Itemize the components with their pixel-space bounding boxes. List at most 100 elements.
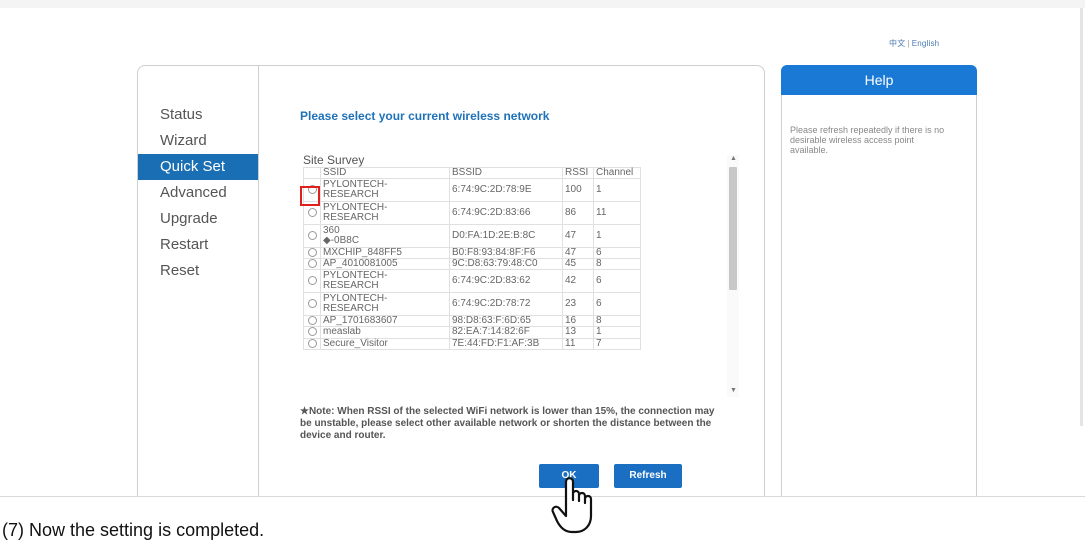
radio-cell: [303, 258, 321, 271]
page-scrollbar[interactable]: [1080, 8, 1083, 426]
sidebar-item-advanced[interactable]: Advanced: [138, 180, 259, 206]
bssid-cell: 6:74:9C:2D:83:66: [449, 201, 563, 225]
channel-cell: 6: [593, 246, 641, 260]
sidebar-item-reset[interactable]: Reset: [138, 258, 259, 284]
hand-pointer-icon: [551, 477, 593, 534]
radio-icon[interactable]: [307, 230, 317, 240]
page-title: Please select your current wireless netw…: [300, 109, 550, 123]
top-bar: [0, 0, 1085, 8]
radio-icon[interactable]: [307, 207, 317, 217]
scroll-up-icon[interactable]: ▲: [730, 155, 737, 162]
sidebar-item-restart[interactable]: Restart: [138, 232, 259, 258]
channel-cell: 11: [593, 201, 641, 225]
sidebar-item-quick-set[interactable]: Quick Set: [138, 154, 259, 180]
table-row[interactable]: PYLONTECH- RESEARCH 6:74:9C:2D:83:62 42 …: [303, 269, 641, 294]
sidebar-item-wizard[interactable]: Wizard: [138, 128, 259, 154]
sidebar-menu: Status Wizard Quick Set Advanced Upgrade…: [138, 102, 259, 284]
bssid-cell: 9C:D8:63:79:48:C0: [449, 258, 563, 271]
scroll-down-icon[interactable]: ▼: [730, 387, 737, 394]
main-panel: Please select your current wireless netw…: [258, 65, 765, 497]
sidebar-item-status[interactable]: Status: [138, 102, 259, 128]
channel-cell: 6: [593, 292, 641, 317]
header-channel: Channel: [593, 167, 641, 179]
bssid-cell: B0:F8:93:84:8F:F6: [449, 246, 563, 260]
radio-icon[interactable]: [307, 248, 317, 257]
scroll-thumb[interactable]: [729, 167, 737, 290]
channel-cell: 8: [593, 315, 641, 328]
header-ssid: SSID: [320, 167, 450, 179]
bssid-cell: 82:EA:7:14:82:6F: [449, 326, 563, 339]
header-radio-cell: [303, 167, 321, 179]
ssid-text: PYLONTECH- RESEARCH: [323, 270, 388, 292]
ssid-cell: AP_1701683607: [320, 315, 450, 328]
channel-cell: 8: [593, 258, 641, 271]
radio-cell: [303, 326, 321, 339]
caption-text: (7) Now the setting is completed.: [2, 520, 265, 540]
ssid-cell: Secure_Visitor: [320, 337, 450, 350]
radio-icon[interactable]: [307, 316, 317, 326]
radio-icon[interactable]: [307, 327, 317, 337]
ssid-cell: MXCHIP_848FF5: [320, 246, 450, 260]
header-rssi: RSSI: [562, 167, 594, 179]
rssi-cell: 16: [562, 315, 594, 328]
rssi-cell: 47: [562, 246, 594, 260]
radio-cell: [303, 224, 321, 248]
ssid-cell: 360 ◆-0B8C: [320, 224, 450, 248]
selection-highlight-box: [300, 186, 320, 206]
table-row[interactable]: AP_1701683607 98:D8:63:F:6D:65 16 8: [303, 315, 641, 328]
radio-icon[interactable]: [307, 338, 317, 348]
table-header-row: SSID BSSID RSSI Channel: [303, 167, 641, 179]
ssid-cell: PYLONTECH- RESEARCH: [320, 201, 450, 225]
table-row[interactable]: 360 ◆-0B8C D0:FA:1D:2E:B:8C 47 1: [303, 224, 641, 248]
lang-english-link[interactable]: English: [912, 39, 940, 48]
table-scrollbar[interactable]: ▲ ▼: [727, 155, 739, 397]
radio-cell: [303, 269, 321, 294]
radio-icon[interactable]: [307, 276, 317, 286]
table-row[interactable]: Secure_Visitor 7E:44:FD:F1:AF:3B 11 7: [303, 337, 641, 350]
sidebar-item-upgrade[interactable]: Upgrade: [138, 206, 259, 232]
ssid-cell: PYLONTECH- RESEARCH: [320, 292, 450, 317]
ssid-text: PYLONTECH- RESEARCH: [323, 202, 388, 223]
rssi-cell: 11: [562, 337, 594, 350]
bssid-cell: 6:74:9C:2D:78:9E: [449, 178, 563, 202]
ssid-cell: measlab: [320, 326, 450, 339]
table-row[interactable]: PYLONTECH- RESEARCH 6:74:9C:2D:78:72 23 …: [303, 292, 641, 317]
radio-icon[interactable]: [307, 259, 317, 269]
bssid-cell: D0:FA:1D:2E:B:8C: [449, 224, 563, 248]
ssid-text: PYLONTECH- RESEARCH: [323, 293, 388, 315]
rssi-cell: 23: [562, 292, 594, 317]
rssi-cell: 13: [562, 326, 594, 339]
rssi-note: ★Note: When RSSI of the selected WiFi ne…: [300, 406, 715, 441]
channel-cell: 1: [593, 178, 641, 202]
rssi-cell: 100: [562, 178, 594, 202]
ssid-cell: PYLONTECH- RESEARCH: [320, 269, 450, 294]
channel-cell: 1: [593, 224, 641, 248]
bssid-cell: 6:74:9C:2D:83:62: [449, 269, 563, 294]
bssid-cell: 98:D8:63:F:6D:65: [449, 315, 563, 328]
ssid-cell: PYLONTECH- RESEARCH: [320, 178, 450, 202]
sidebar-panel: Status Wizard Quick Set Advanced Upgrade…: [137, 65, 259, 497]
language-switch: 中文 | English: [889, 38, 939, 49]
refresh-button[interactable]: Refresh: [614, 464, 682, 488]
bssid-cell: 7E:44:FD:F1:AF:3B: [449, 337, 563, 350]
table-row[interactable]: AP_4010081005 9C:D8:63:79:48:C0 45 8: [303, 258, 641, 271]
radio-icon[interactable]: [307, 299, 317, 309]
bssid-cell: 6:74:9C:2D:78:72: [449, 292, 563, 317]
ssid-text: 360 ◆-0B8C: [323, 225, 360, 246]
table-row[interactable]: PYLONTECH- RESEARCH 6:74:9C:2D:78:9E 100…: [303, 178, 641, 202]
divider: [0, 496, 1085, 497]
table-row[interactable]: PYLONTECH- RESEARCH 6:74:9C:2D:83:66 86 …: [303, 201, 641, 225]
channel-cell: 1: [593, 326, 641, 339]
rssi-cell: 86: [562, 201, 594, 225]
header-bssid: BSSID: [449, 167, 563, 179]
radio-cell: [303, 246, 321, 260]
lang-chinese-link[interactable]: 中文: [889, 39, 905, 48]
help-title: Help: [781, 65, 977, 95]
radio-cell: [303, 337, 321, 350]
rssi-cell: 45: [562, 258, 594, 271]
rssi-cell: 42: [562, 269, 594, 294]
ssid-text: PYLONTECH- RESEARCH: [323, 179, 388, 200]
table-row[interactable]: MXCHIP_848FF5 B0:F8:93:84:8F:F6 47 6: [303, 246, 641, 260]
rssi-cell: 47: [562, 224, 594, 248]
table-row[interactable]: measlab 82:EA:7:14:82:6F 13 1: [303, 326, 641, 339]
